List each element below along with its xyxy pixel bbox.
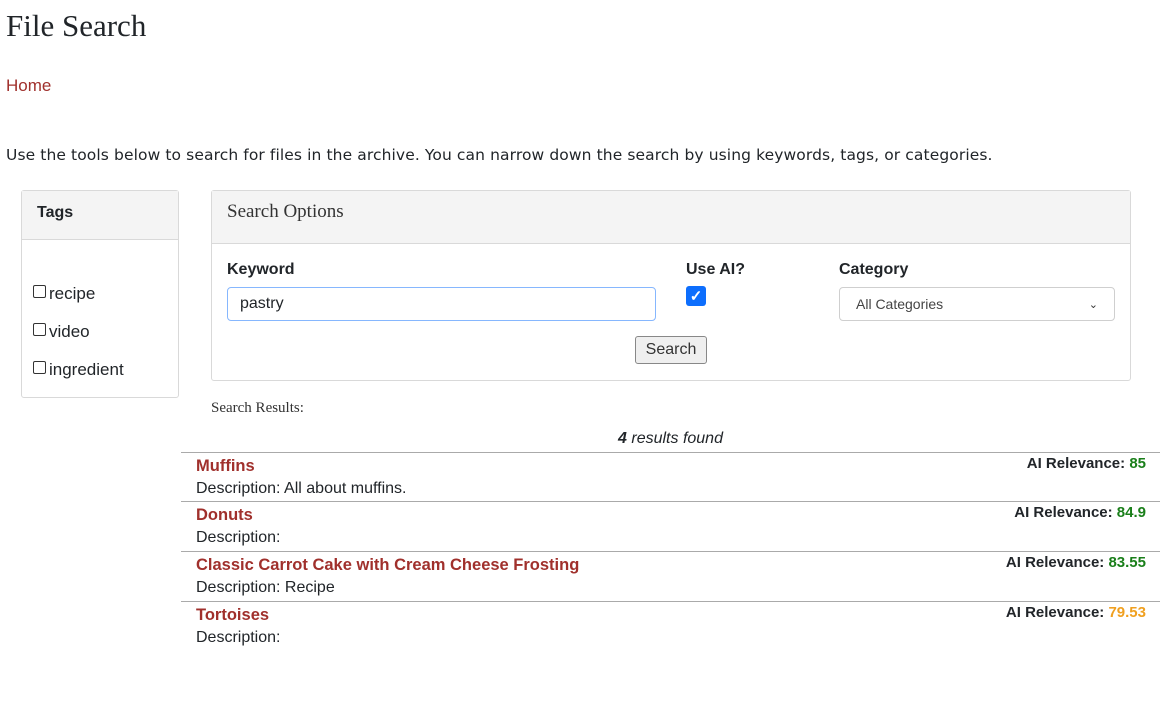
tag-item-ingredient[interactable]: ingredient bbox=[33, 360, 124, 380]
relevance-value: 79.53 bbox=[1108, 604, 1146, 621]
relevance-label: AI Relevance: bbox=[1005, 554, 1109, 571]
category-select[interactable]: All Categories ⌄ bbox=[839, 287, 1115, 321]
result-description: Description: bbox=[196, 529, 281, 546]
result-title-link[interactable]: Donuts bbox=[196, 506, 253, 525]
relevance-label: AI Relevance: bbox=[1014, 504, 1117, 521]
results-count: 4 results found bbox=[181, 430, 1160, 448]
page-title: File Search bbox=[6, 8, 147, 43]
tag-item-video[interactable]: video bbox=[33, 322, 90, 342]
relevance-label: AI Relevance: bbox=[1005, 604, 1109, 621]
result-relevance: AI Relevance: 79.53 bbox=[1006, 604, 1146, 621]
results-count-number: 4 bbox=[618, 430, 627, 447]
result-title-link[interactable]: Tortoises bbox=[196, 606, 269, 625]
relevance-value: 85 bbox=[1129, 455, 1146, 472]
result-relevance: AI Relevance: 84.9 bbox=[1014, 504, 1146, 521]
result-description: Description: All about muffins. bbox=[196, 480, 407, 497]
result-relevance: AI Relevance: 83.55 bbox=[1006, 554, 1146, 571]
search-button[interactable]: Search bbox=[635, 336, 707, 364]
home-link[interactable]: Home bbox=[6, 76, 51, 96]
tag-checkbox[interactable] bbox=[33, 360, 46, 374]
relevance-value: 83.55 bbox=[1108, 554, 1146, 571]
use-ai-checkbox[interactable]: ✓ bbox=[686, 286, 706, 306]
result-item: Classic Carrot Cake with Cream Cheese Fr… bbox=[181, 551, 1160, 600]
tag-label: recipe bbox=[49, 284, 96, 303]
result-description: Description: bbox=[196, 629, 281, 646]
tag-item-recipe[interactable]: recipe bbox=[33, 284, 95, 304]
check-icon: ✓ bbox=[689, 288, 703, 305]
search-options-panel: Search Options Keyword Use AI? ✓ Categor… bbox=[211, 190, 1131, 381]
result-title-link[interactable]: Muffins bbox=[196, 457, 255, 476]
result-item: Donuts Description: AI Relevance: 84.9 bbox=[181, 501, 1160, 550]
use-ai-label: Use AI? bbox=[686, 261, 745, 278]
search-options-header: Search Options bbox=[212, 191, 1130, 244]
result-title-link[interactable]: Classic Carrot Cake with Cream Cheese Fr… bbox=[196, 556, 579, 575]
category-selected-value: All Categories bbox=[856, 296, 944, 312]
tag-label: video bbox=[49, 322, 90, 341]
result-item: Tortoises Description: AI Relevance: 79.… bbox=[181, 601, 1160, 650]
result-description: Description: Recipe bbox=[196, 579, 335, 596]
result-relevance: AI Relevance: 85 bbox=[1027, 455, 1146, 472]
keyword-label: Keyword bbox=[227, 261, 295, 278]
chevron-down-icon: ⌄ bbox=[1088, 298, 1098, 311]
tag-checkbox[interactable] bbox=[33, 322, 46, 336]
tag-label: ingredient bbox=[49, 360, 124, 379]
results-label: Search Results: bbox=[211, 400, 304, 416]
tags-header: Tags bbox=[22, 191, 178, 240]
relevance-value: 84.9 bbox=[1116, 504, 1146, 521]
category-label: Category bbox=[839, 261, 909, 278]
tag-checkbox[interactable] bbox=[33, 284, 46, 298]
results-count-suffix: results found bbox=[626, 430, 723, 447]
tags-panel: Tags recipe video ingredient bbox=[21, 190, 179, 398]
relevance-label: AI Relevance: bbox=[1026, 455, 1130, 472]
result-item: Muffins Description: All about muffins. … bbox=[181, 452, 1160, 501]
intro-text: Use the tools below to search for files … bbox=[6, 146, 993, 164]
keyword-input[interactable] bbox=[227, 287, 656, 321]
